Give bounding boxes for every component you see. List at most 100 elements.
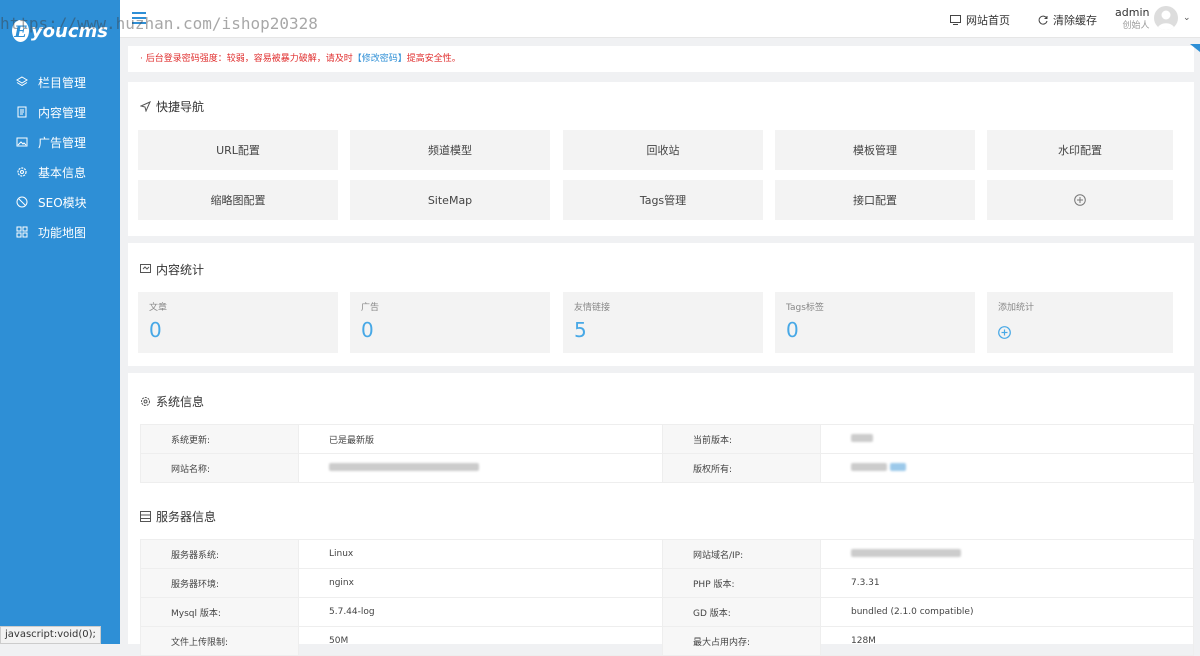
user-role: 创始人	[1122, 21, 1150, 31]
table-cell: 5.7.44-log	[298, 597, 663, 627]
table-cell: Mysql 版本:	[140, 597, 299, 627]
quick-nav-recycle-bin[interactable]: 回收站	[563, 130, 763, 170]
system-info-panel: 系统信息 系统更新: 已是最新版 当前版本: 网站名称: 版权所有: 服务器信息…	[128, 373, 1194, 656]
sidebar-item-label: 功能地图	[38, 225, 87, 240]
table-row: Mysql 版本: 5.7.44-log GD 版本: bundled (2.1…	[140, 597, 1194, 627]
sidebar-item-label: 广告管理	[38, 135, 87, 150]
quick-nav-template[interactable]: 模板管理	[775, 130, 975, 170]
corner-ribbon	[1190, 44, 1200, 52]
table-row: 系统更新: 已是最新版 当前版本:	[140, 424, 1194, 454]
send-icon	[140, 101, 151, 112]
table-cell	[820, 539, 1194, 569]
clear-cache-link[interactable]: 清除缓存	[1038, 12, 1097, 28]
quick-nav-add-button[interactable]	[987, 180, 1173, 220]
password-alert: · 后台登录密码强度：较弱，容易被暴力破解，请及时【修改密码】提高安全性。	[128, 46, 1194, 72]
sidebar-item-content[interactable]: 内容管理	[0, 97, 120, 127]
table-cell	[298, 453, 663, 483]
avatar[interactable]	[1154, 6, 1178, 30]
stat-ads[interactable]: 广告 0	[350, 292, 550, 353]
quick-nav-sitemap[interactable]: SiteMap	[350, 180, 550, 220]
stat-links[interactable]: 友情链接 5	[563, 292, 763, 353]
gear-icon	[16, 166, 28, 178]
image-icon	[16, 136, 28, 148]
content-stats-panel: 内容统计 文章 0 广告 0 友情链接 5 Tags标签 0 添加统计	[128, 243, 1194, 366]
system-title-text: 系统信息	[156, 395, 205, 409]
table-row: 文件上传限制: 50M 最大占用内存: 128M	[140, 626, 1194, 656]
sidebar-item-columns[interactable]: 栏目管理	[0, 67, 120, 97]
add-circle-icon	[1074, 194, 1086, 206]
avatar-user-icon	[1157, 10, 1175, 30]
quick-nav-thumbnail[interactable]: 缩略图配置	[138, 180, 338, 220]
stat-add[interactable]: 添加统计	[987, 292, 1173, 353]
redacted-copyright	[851, 462, 887, 471]
stat-label: 广告	[361, 303, 380, 313]
table-cell: 文件上传限制:	[140, 626, 299, 656]
add-circle-icon	[998, 326, 1011, 342]
quick-nav-watermark[interactable]: 水印配置	[987, 130, 1173, 170]
seo-icon	[16, 196, 28, 208]
table-row: 网站名称: 版权所有:	[140, 453, 1194, 483]
quick-nav-channel-model[interactable]: 频道模型	[350, 130, 550, 170]
gear-icon	[141, 397, 150, 406]
stat-value: 0	[361, 318, 374, 342]
table-cell: nginx	[298, 568, 663, 598]
table-cell	[820, 424, 1194, 454]
table-cell: 当前版本:	[662, 424, 821, 454]
layers-icon	[16, 76, 28, 88]
table-cell: 7.3.31	[820, 568, 1194, 598]
sidebar-item-label: 基本信息	[38, 165, 87, 180]
quick-nav-api-config[interactable]: 接口配置	[775, 180, 975, 220]
grid-icon	[16, 226, 28, 238]
table-row: 服务器环境: nginx PHP 版本: 7.3.31	[140, 568, 1194, 598]
server-title-text: 服务器信息	[156, 510, 217, 524]
alert-suffix: 提高安全性。	[406, 54, 461, 64]
stat-tags[interactable]: Tags标签 0	[775, 292, 975, 353]
table-cell	[820, 453, 1194, 483]
table-cell: 50M	[298, 626, 663, 656]
quick-nav-panel: 快捷导航 URL配置 频道模型 回收站 模板管理 水印配置 缩略图配置 Site…	[128, 82, 1194, 236]
site-home-label: 网站首页	[966, 14, 1010, 27]
stat-value: 0	[149, 318, 162, 342]
chevron-down-icon[interactable]: ⌄	[1183, 13, 1191, 23]
table-cell: 系统更新:	[140, 424, 299, 454]
change-password-link[interactable]: 【修改密码】	[353, 54, 407, 64]
redacted-domain-ip	[851, 548, 961, 557]
table-cell: 网站名称:	[140, 453, 299, 483]
system-info-table: 系统更新: 已是最新版 当前版本: 网站名称: 版权所有:	[140, 424, 1194, 483]
table-cell: 最大占用内存:	[662, 626, 821, 656]
stat-label: 友情链接	[574, 303, 611, 313]
redacted-version	[851, 433, 873, 442]
redacted-copyright-link[interactable]	[889, 462, 906, 471]
browser-status-bar: javascript:void(0);	[0, 626, 101, 644]
user-info[interactable]: admin 创始人	[1115, 6, 1149, 32]
sidebar-item-ads[interactable]: 广告管理	[0, 127, 120, 157]
table-cell: Linux	[298, 539, 663, 569]
stat-articles[interactable]: 文章 0	[138, 292, 338, 353]
sidebar-item-basic-info[interactable]: 基本信息	[0, 157, 120, 187]
document-icon	[16, 106, 28, 118]
watermark-text: https://www.huzhan.com/ishop20328	[0, 14, 318, 33]
stat-value: 5	[574, 318, 587, 342]
quick-nav-tags[interactable]: Tags管理	[563, 180, 763, 220]
sidebar-item-label: 栏目管理	[38, 75, 87, 90]
alert-prefix: · 后台登录密码强度：较弱，容易被暴力破解，请及时	[140, 54, 353, 64]
sidebar-nav: 栏目管理 内容管理 广告管理 基本信息 SEO模块 功能地图	[0, 67, 120, 247]
stat-label: 文章	[149, 303, 168, 313]
table-cell: GD 版本:	[662, 597, 821, 627]
stat-label: Tags标签	[786, 303, 824, 313]
clear-cache-label: 清除缓存	[1053, 14, 1097, 27]
server-list-icon	[140, 511, 151, 522]
sidebar-item-seo[interactable]: SEO模块	[0, 187, 120, 217]
quick-nav-url-config[interactable]: URL配置	[138, 130, 338, 170]
table-cell: 网站域名/IP:	[662, 539, 821, 569]
server-title: 服务器信息	[140, 508, 216, 525]
stat-value: 0	[786, 318, 799, 342]
quick-nav-title-text: 快捷导航	[156, 100, 205, 114]
monitor-icon	[950, 15, 961, 25]
refresh-icon	[1038, 15, 1048, 25]
quick-nav-title: 快捷导航	[140, 98, 204, 115]
site-home-link[interactable]: 网站首页	[950, 12, 1010, 28]
sidebar-item-feature-map[interactable]: 功能地图	[0, 217, 120, 247]
sidebar-item-label: SEO模块	[38, 195, 87, 210]
stats-monitor-icon	[140, 264, 151, 273]
